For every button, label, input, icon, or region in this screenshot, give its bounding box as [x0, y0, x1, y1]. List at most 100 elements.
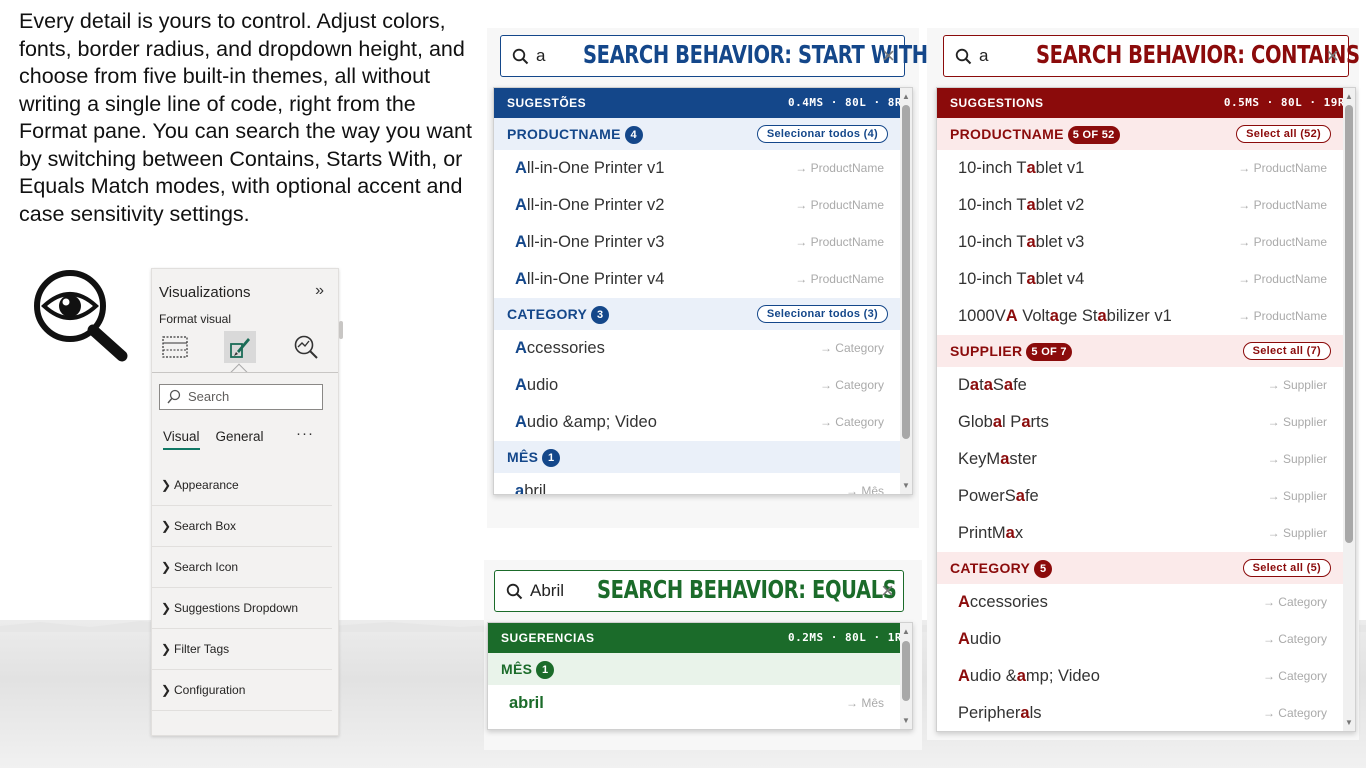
suggestion-item[interactable]: All-in-One Printer v1 → ProductName: [494, 150, 900, 187]
select-all-button[interactable]: Select all (5): [1242, 559, 1331, 577]
dropdown-scrollbar[interactable]: ▲ ▼: [900, 88, 912, 494]
match-highlight: a: [515, 482, 525, 495]
suggestion-item[interactable]: Global Parts → Supplier: [937, 404, 1343, 441]
group-count-badge: 4: [624, 126, 643, 144]
suggestion-item[interactable]: 1000VA Voltage Stabilizer v1 → ProductNam…: [937, 298, 1343, 335]
scroll-down-arrow-icon[interactable]: ▼: [902, 716, 910, 725]
pane-search-placeholder: Search: [188, 389, 230, 404]
dropdown-scrollbar[interactable]: ▲ ▼: [1343, 88, 1355, 731]
clear-icon[interactable]: ×: [881, 578, 894, 604]
suggestion-item[interactable]: Accessories → Category: [937, 584, 1343, 621]
select-all-button[interactable]: Selecionar todos (4): [756, 125, 888, 143]
suggestion-item[interactable]: All-in-One Printer v4 → ProductName: [494, 261, 900, 298]
section-configuration[interactable]: ❯ Configuration: [152, 670, 332, 711]
section-search-box[interactable]: ❯ Search Box: [152, 506, 332, 547]
scroll-up-arrow-icon[interactable]: ▲: [902, 92, 910, 101]
suggestion-label: KeyMaster: [958, 450, 1037, 468]
scroll-thumb[interactable]: [902, 641, 910, 701]
suggestion-item[interactable]: Accessories → Category: [494, 330, 900, 367]
suggestion-item[interactable]: All-in-One Printer v3 → ProductName: [494, 224, 900, 261]
suggestion-item[interactable]: Audio &amp; Video → Category: [494, 404, 900, 441]
suggestion-item[interactable]: Peripherals → Category: [937, 695, 1343, 731]
scroll-thumb[interactable]: [902, 105, 910, 439]
search-query[interactable]: a: [979, 46, 988, 66]
tab-general[interactable]: General: [216, 429, 264, 450]
suggestion-item[interactable]: Audio → Category: [494, 367, 900, 404]
clear-icon[interactable]: ×: [882, 43, 895, 69]
scroll-down-arrow-icon[interactable]: ▼: [902, 481, 910, 490]
match-highlight: a: [1026, 270, 1036, 288]
equals-search-box[interactable]: Abril SEARCH BEHAVIOR: EQUALS ×: [494, 570, 904, 612]
suggestion-item[interactable]: KeyMaster → Supplier: [937, 441, 1343, 478]
pane-search-input[interactable]: Search: [159, 384, 323, 410]
suggestion-label: 10-inch Tablet v1: [958, 159, 1085, 177]
scroll-up-arrow-icon[interactable]: ▲: [1345, 92, 1353, 101]
group-name: CATEGORY: [950, 560, 1031, 576]
suggestion-label: All-in-One Printer v4: [515, 270, 665, 288]
suggestion-label: Global Parts: [958, 413, 1049, 431]
section-search-icon[interactable]: ❯ Search Icon: [152, 547, 332, 588]
search-icon: [955, 48, 972, 65]
match-highlight: a: [983, 376, 993, 394]
match-highlight: a: [1020, 704, 1030, 722]
suggestion-source: → Supplier: [1267, 489, 1327, 503]
search-icon: [506, 583, 523, 600]
match-highlight: a: [1016, 667, 1026, 685]
dropdown-header: SUGERENCIAS 0.2MS · 80L · 1R: [488, 623, 912, 653]
group-count-badge: 3: [591, 306, 610, 324]
format-visual-button[interactable]: [224, 331, 256, 363]
suggestion-item[interactable]: DataSafe → Supplier: [937, 367, 1343, 404]
suggestion-item[interactable]: abril → Mês: [488, 685, 900, 722]
suggestion-source: → Supplier: [1267, 415, 1327, 429]
analytics-button[interactable]: [290, 331, 322, 363]
section-suggestions-dropdown[interactable]: ❯ Suggestions Dropdown: [152, 588, 332, 629]
clear-icon[interactable]: ×: [1326, 43, 1339, 69]
section-appearance[interactable]: ❯ Appearance: [152, 465, 332, 506]
match-highlight: a: [1015, 487, 1025, 505]
suggestion-item[interactable]: Audio &amp; Video → Category: [937, 658, 1343, 695]
search-icon: [167, 389, 181, 404]
scroll-down-arrow-icon[interactable]: ▼: [1345, 718, 1353, 727]
start-with-suggestions-dropdown: SUGESTÕES 0.4MS · 80L · 8R PRODUCTNAME 4 Sel…: [493, 87, 913, 495]
pane-resize-handle[interactable]: [339, 321, 343, 339]
select-all-button[interactable]: Selecionar todos (3): [756, 305, 888, 323]
match-highlight: a: [1049, 307, 1059, 325]
match-highlight: a: [969, 376, 980, 394]
search-query[interactable]: Abril: [530, 581, 564, 601]
group-name: PRODUCTNAME: [950, 126, 1064, 142]
group-name: MÊS: [501, 661, 533, 677]
collapse-chevron-icon[interactable]: »: [315, 282, 324, 300]
search-icon: [512, 48, 529, 65]
suggestion-group-header: CATEGORY 5 Select all (5): [937, 552, 1343, 584]
contains-search-box[interactable]: a SEARCH BEHAVIOR: CONTAINS ×: [943, 35, 1360, 77]
suggestion-item[interactable]: PowerSafe → Supplier: [937, 478, 1343, 515]
chevron-right-icon: ❯: [161, 560, 172, 574]
section-label: Suggestions Dropdown: [174, 601, 299, 615]
suggestion-item[interactable]: PrintMax → Supplier: [937, 515, 1343, 552]
scroll-up-arrow-icon[interactable]: ▲: [902, 627, 910, 636]
scroll-thumb[interactable]: [1345, 105, 1353, 543]
match-highlight: A: [515, 196, 527, 214]
section-label: Search Icon: [174, 560, 239, 574]
more-options-icon[interactable]: ···: [296, 425, 314, 442]
suggestion-item[interactable]: 10-inch Tablet v4 → ProductName: [937, 261, 1343, 298]
dropdown-scrollbar[interactable]: ▲ ▼: [900, 623, 912, 729]
chevron-right-icon: ❯: [161, 683, 172, 697]
suggestion-item[interactable]: abril → Mês: [494, 473, 900, 495]
select-all-button[interactable]: Select all (7): [1242, 342, 1331, 360]
build-visual-button[interactable]: [159, 331, 191, 363]
suggestion-item[interactable]: 10-inch Tablet v3 → ProductName: [937, 224, 1343, 261]
suggestion-item[interactable]: Audio → Category: [937, 621, 1343, 658]
suggestion-source: → Supplier: [1267, 378, 1327, 392]
start-with-search-box[interactable]: a SEARCH BEHAVIOR: START WITH ×: [500, 35, 928, 77]
match-highlight: A: [515, 159, 527, 177]
tab-visual[interactable]: Visual: [163, 429, 200, 450]
section-filter-tags[interactable]: ❯ Filter Tags: [152, 629, 332, 670]
match-highlight: a: [1097, 307, 1107, 325]
select-all-button[interactable]: Select all (52): [1236, 125, 1331, 143]
suggestion-item[interactable]: 10-inch Tablet v1 → ProductName: [937, 150, 1343, 187]
suggestion-item[interactable]: All-in-One Printer v2 → ProductName: [494, 187, 900, 224]
suggestion-item[interactable]: 10-inch Tablet v2 → ProductName: [937, 187, 1343, 224]
suggestion-group-header: PRODUCTNAME 4 Selecionar todos (4): [494, 118, 900, 150]
search-query[interactable]: a: [536, 46, 545, 66]
